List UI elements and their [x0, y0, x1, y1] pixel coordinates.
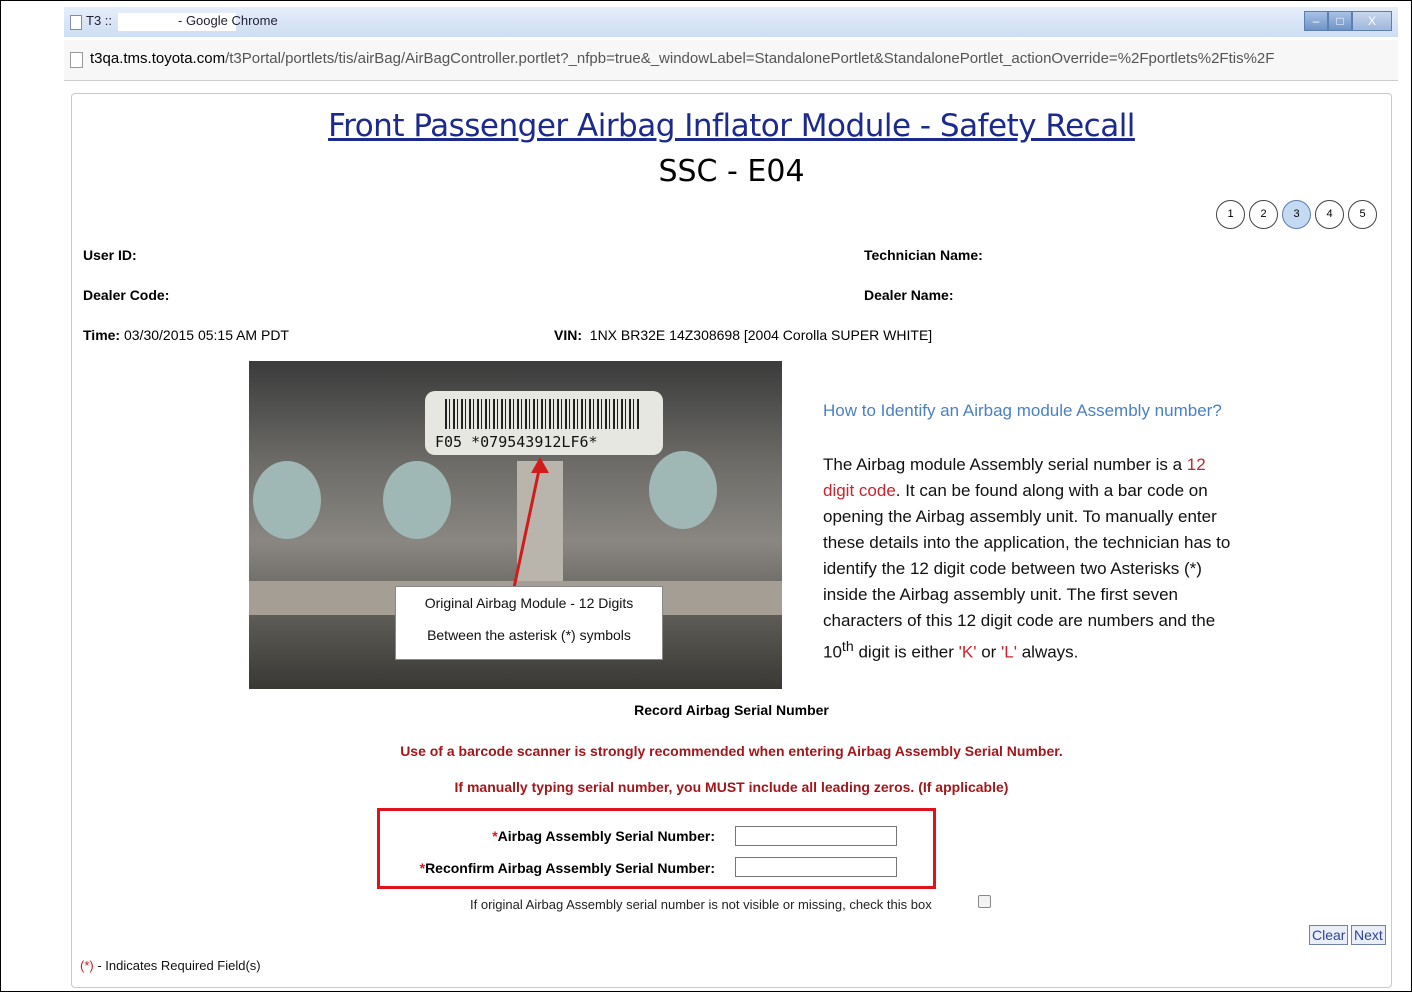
help-heading: How to Identify an Airbag module Assembl…	[823, 401, 1222, 420]
step-2: 2	[1249, 200, 1278, 229]
serial-number-label: *Airbag Assembly Serial Number:	[492, 828, 715, 844]
vin-label: VIN:	[554, 327, 582, 343]
arrowhead-icon	[531, 457, 549, 473]
url-text[interactable]: t3qa.tms.toyota.com/t3Portal/portlets/ti…	[90, 50, 1394, 67]
time-label: Time:	[83, 327, 121, 343]
page-icon	[70, 15, 82, 30]
help-text: digit is either	[853, 642, 959, 662]
minimize-button[interactable]: –	[1304, 11, 1328, 31]
callout-line-2: Between the asterisk (*) symbols	[427, 627, 631, 643]
help-highlight-k: 'K'	[958, 642, 977, 662]
reconfirm-serial-input[interactable]	[735, 857, 897, 877]
required-note-star: (*)	[80, 958, 94, 973]
photo-callout: Original Airbag Module - 12 Digits Betwe…	[395, 586, 663, 660]
dealer-name-label: Dealer Name:	[864, 287, 954, 303]
airbag-label-photo: F05 *079543912LF6* Original Airbag Modul…	[249, 361, 782, 689]
step-5: 5	[1348, 200, 1377, 229]
url-host: t3qa.tms.toyota.com	[90, 50, 226, 67]
barcode-text: F05 *079543912LF6*	[435, 433, 598, 451]
help-description: The Airbag module Assembly serial number…	[823, 452, 1233, 666]
address-bar[interactable]: t3qa.tms.toyota.com/t3Portal/portlets/ti…	[64, 40, 1398, 81]
dealer-code-label: Dealer Code:	[83, 287, 170, 303]
required-field-note: (*) - Indicates Required Field(s)	[80, 958, 261, 973]
help-superscript: th	[841, 639, 854, 655]
step-4: 4	[1315, 200, 1344, 229]
next-button[interactable]: Next	[1351, 925, 1386, 945]
document-icon	[70, 52, 83, 68]
serial-label-text: Airbag Assembly Serial Number:	[497, 828, 715, 844]
reconfirm-label-text: Reconfirm Airbag Assembly Serial Number:	[425, 860, 715, 876]
help-text: always.	[1016, 642, 1079, 662]
callout-line-1: Original Airbag Module - 12 Digits	[424, 595, 634, 611]
time-value: 03/30/2015 05:15 AM PDT	[123, 327, 289, 343]
missing-serial-checkbox[interactable]	[978, 895, 991, 908]
help-text: or	[976, 642, 1002, 662]
window-title-bar: T3 :: - Google Chrome – □ X	[64, 7, 1398, 37]
step-1: 1	[1216, 200, 1245, 229]
missing-serial-label: If original Airbag Assembly serial numbe…	[470, 897, 932, 912]
page-title: Front Passenger Airbag Inflator Module -…	[328, 108, 1135, 144]
vin-value: 1NX BR32E 14Z308698 [2004 Corolla SUPER …	[589, 327, 933, 343]
window-title: - Google Chrome	[178, 13, 278, 28]
serial-number-input[interactable]	[735, 826, 897, 846]
photo-hole	[253, 461, 321, 539]
photo-hole	[649, 451, 717, 529]
step-indicator: 1 2 3 4 5	[1216, 200, 1377, 229]
portlet-content: Front Passenger Airbag Inflator Module -…	[71, 93, 1392, 988]
time-field: Time: 03/30/2015 05:15 AM PDT	[83, 327, 289, 343]
required-note-text: - Indicates Required Field(s)	[93, 958, 261, 973]
maximize-button[interactable]: □	[1328, 11, 1352, 31]
help-text: The Airbag module Assembly serial number…	[823, 455, 1187, 474]
scanner-warning: Use of a barcode scanner is strongly rec…	[400, 743, 1063, 759]
clear-button[interactable]: Clear	[1309, 925, 1349, 945]
step-3-current: 3	[1282, 200, 1311, 229]
window-title-prefix: T3 ::	[86, 13, 113, 28]
user-id-label: User ID:	[83, 247, 137, 263]
close-button[interactable]: X	[1352, 11, 1392, 31]
photo-hole	[383, 461, 451, 539]
vin-field: VIN: 1NX BR32E 14Z308698 [2004 Corolla S…	[554, 327, 932, 343]
url-path: /t3Portal/portlets/tis/airBag/AirBagCont…	[225, 50, 1275, 67]
record-section-title: Record Airbag Serial Number	[634, 702, 829, 718]
leading-zeros-warning: If manually typing serial number, you MU…	[454, 779, 1009, 795]
help-highlight-l: 'L'	[1001, 642, 1017, 662]
reconfirm-serial-label: *Reconfirm Airbag Assembly Serial Number…	[420, 860, 715, 876]
technician-name-label: Technician Name:	[864, 247, 983, 263]
barcode-graphic	[445, 399, 641, 429]
window-controls: – □ X	[1304, 11, 1392, 31]
page-subtitle: SSC - E04	[658, 154, 805, 189]
help-text: . It can be found along with a bar code …	[823, 481, 1231, 662]
